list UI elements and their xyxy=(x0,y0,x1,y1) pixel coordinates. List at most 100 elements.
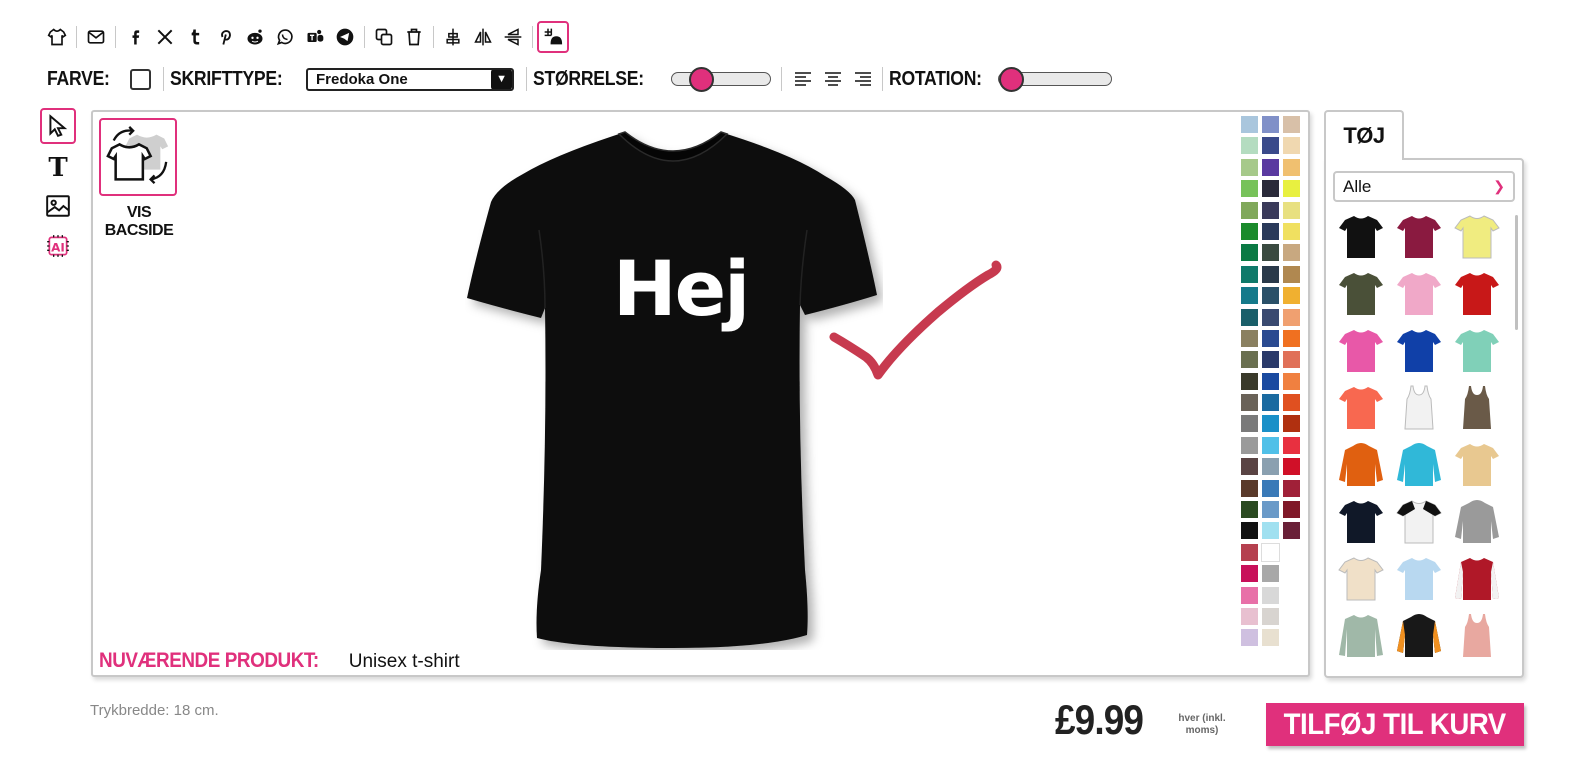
teams-icon[interactable] xyxy=(300,22,330,52)
facebook-icon[interactable] xyxy=(120,22,150,52)
garment-tiedye-tshirt[interactable] xyxy=(1448,440,1505,490)
garment-olive-tshirt[interactable] xyxy=(1332,269,1389,319)
size-slider-handle[interactable] xyxy=(688,67,714,92)
color-swatch[interactable] xyxy=(1241,543,1258,561)
color-swatch[interactable] xyxy=(1241,222,1258,240)
color-swatch[interactable] xyxy=(1241,351,1258,369)
color-swatch[interactable] xyxy=(1241,372,1258,390)
color-swatch[interactable] xyxy=(1283,372,1300,390)
color-swatch[interactable] xyxy=(1241,201,1258,219)
garment-orange-hoodie[interactable] xyxy=(1332,440,1389,490)
color-swatch[interactable] xyxy=(1241,116,1258,133)
color-swatch[interactable] xyxy=(1241,180,1258,198)
garment-navy-tshirt[interactable] xyxy=(1332,497,1389,547)
color-swatch[interactable] xyxy=(1262,137,1279,155)
garment-turquoise-hoodie[interactable] xyxy=(1390,440,1447,490)
grid-icon[interactable] xyxy=(537,21,569,53)
color-swatch[interactable] xyxy=(1283,394,1300,412)
color-swatch[interactable] xyxy=(1283,415,1300,433)
duplicate-icon[interactable] xyxy=(369,22,399,52)
color-swatch[interactable] xyxy=(1262,522,1279,540)
color-swatch[interactable] xyxy=(1241,244,1258,262)
color-swatch[interactable] xyxy=(1241,479,1258,497)
color-swatch[interactable] xyxy=(1262,201,1279,219)
color-swatch[interactable] xyxy=(1262,394,1279,412)
garment-black-orange-hoodie[interactable] xyxy=(1390,611,1447,661)
color-swatch[interactable] xyxy=(1262,244,1279,262)
color-swatch[interactable] xyxy=(1262,287,1279,305)
scrollbar[interactable] xyxy=(1515,215,1518,330)
color-swatch[interactable] xyxy=(1241,458,1258,476)
color-swatch[interactable] xyxy=(1262,479,1279,497)
text-tool[interactable]: T xyxy=(40,148,76,184)
garment-cream-tshirt[interactable] xyxy=(1332,554,1389,604)
color-swatch[interactable] xyxy=(1262,607,1279,625)
garment-pink-tshirt[interactable] xyxy=(1390,269,1447,319)
color-swatch[interactable] xyxy=(1241,565,1258,583)
pointer-tool[interactable] xyxy=(40,108,76,144)
garment-brown-tanktop[interactable] xyxy=(1448,383,1505,433)
ai-tool[interactable]: AI xyxy=(40,228,76,264)
whatsapp-icon[interactable] xyxy=(270,22,300,52)
color-swatch[interactable] xyxy=(1241,137,1258,155)
garment-grey-hoodie[interactable] xyxy=(1448,497,1505,547)
image-tool[interactable] xyxy=(40,188,76,224)
garment-red-tshirt[interactable] xyxy=(1448,269,1505,319)
color-swatch[interactable] xyxy=(1241,522,1258,540)
color-swatch[interactable] xyxy=(1262,158,1279,176)
color-swatch[interactable] xyxy=(1241,329,1258,347)
color-swatch[interactable] xyxy=(1283,201,1300,219)
color-swatch[interactable] xyxy=(1241,586,1258,604)
garment-maroon-tshirt[interactable] xyxy=(1390,212,1447,262)
design-canvas[interactable]: VIS BACSIDE Hej NUVÆRENDE PRODUKT: Unise… xyxy=(91,110,1310,677)
color-swatch[interactable] xyxy=(1262,308,1279,326)
garment-mint-tshirt[interactable] xyxy=(1448,326,1505,376)
color-swatch[interactable] xyxy=(1283,522,1300,540)
garment-coral-tshirt[interactable] xyxy=(1332,383,1389,433)
garment-lightblue-fade-tshirt[interactable] xyxy=(1390,554,1447,604)
color-swatch[interactable] xyxy=(1262,565,1279,583)
garment-black-tshirt[interactable] xyxy=(1332,212,1389,262)
align-left-icon[interactable] xyxy=(788,64,818,94)
color-swatch[interactable] xyxy=(1262,180,1279,198)
garment-fuchsia-tshirt[interactable] xyxy=(1332,326,1389,376)
pinterest-icon[interactable] xyxy=(210,22,240,52)
color-swatch[interactable] xyxy=(1262,372,1279,390)
size-slider[interactable] xyxy=(670,67,771,92)
color-swatch[interactable] xyxy=(1262,415,1279,433)
color-swatch[interactable] xyxy=(1262,265,1279,283)
color-swatch[interactable] xyxy=(1262,629,1279,647)
color-swatch[interactable] xyxy=(1241,158,1258,176)
color-swatch[interactable] xyxy=(1283,329,1300,347)
color-swatch[interactable] xyxy=(1241,308,1258,326)
telegram-icon[interactable] xyxy=(330,22,360,52)
tshirt-icon[interactable] xyxy=(42,22,72,52)
reddit-icon[interactable] xyxy=(240,22,270,52)
color-swatch[interactable] xyxy=(1262,351,1279,369)
color-swatch[interactable] xyxy=(1283,244,1300,262)
color-swatch[interactable] xyxy=(1283,265,1300,283)
color-swatch[interactable] xyxy=(1283,287,1300,305)
color-swatch[interactable] xyxy=(1283,351,1300,369)
garment-sage-longsleeve[interactable] xyxy=(1332,611,1389,661)
garment-yellow-tshirt[interactable] xyxy=(1448,212,1505,262)
color-swatch[interactable] xyxy=(1262,501,1279,519)
color-swatch[interactable] xyxy=(1262,586,1279,604)
garment-white-tanktop[interactable] xyxy=(1390,383,1447,433)
rotation-slider-handle[interactable] xyxy=(999,67,1025,92)
color-swatch[interactable] xyxy=(1241,629,1258,647)
add-to-cart-button[interactable]: TILFØJ TIL KURV xyxy=(1266,703,1524,746)
color-swatch[interactable] xyxy=(1283,137,1300,155)
show-back-button[interactable] xyxy=(99,118,177,196)
color-picker[interactable] xyxy=(130,68,152,90)
flip-vertical-icon[interactable] xyxy=(498,22,528,52)
trash-icon[interactable] xyxy=(399,22,429,52)
color-swatch[interactable] xyxy=(1283,180,1300,198)
category-select[interactable]: Alle ❯ xyxy=(1333,171,1515,202)
color-swatch[interactable] xyxy=(1262,329,1279,347)
color-swatch[interactable] xyxy=(1241,394,1258,412)
tumblr-icon[interactable] xyxy=(180,22,210,52)
garment-red-college-jacket[interactable] xyxy=(1448,554,1505,604)
flip-horizontal-icon[interactable] xyxy=(468,22,498,52)
color-swatch[interactable] xyxy=(1262,116,1279,133)
